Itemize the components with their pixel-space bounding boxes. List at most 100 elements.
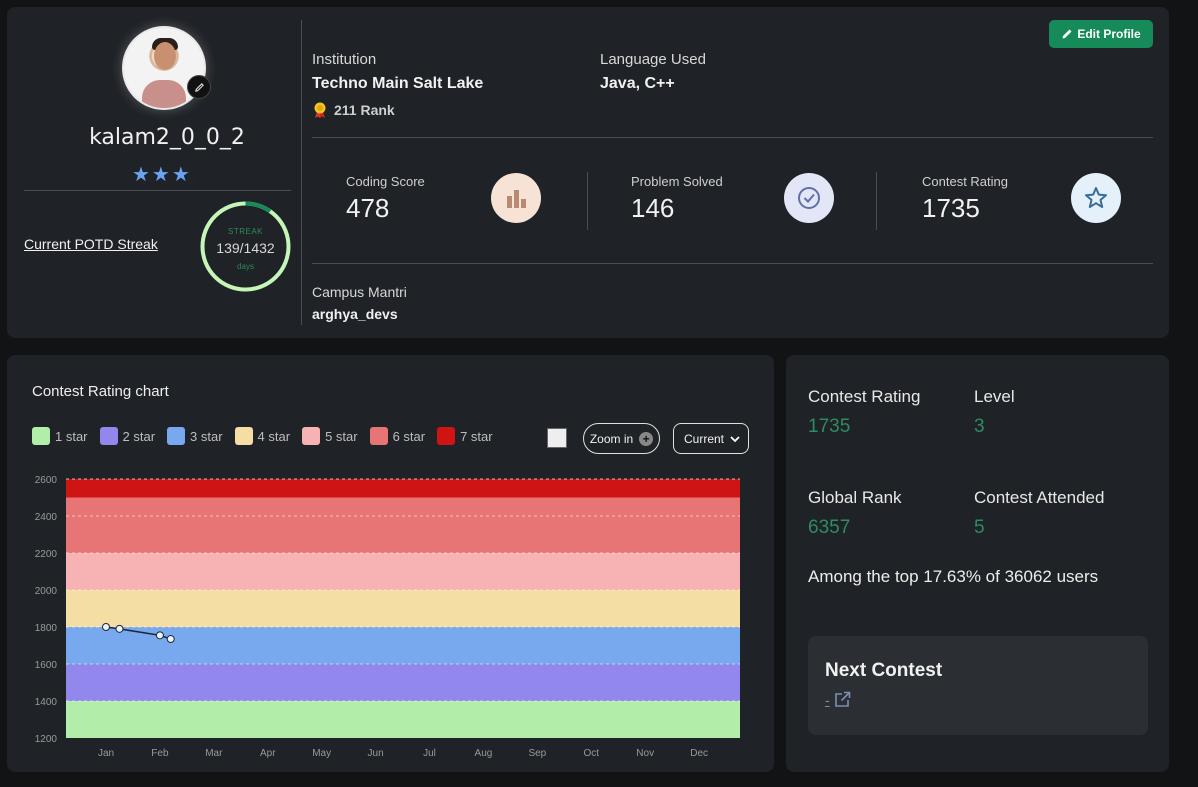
- rating-band: [66, 664, 740, 701]
- potd-streak-link[interactable]: Current POTD Streak: [24, 236, 158, 252]
- legend-swatch: [234, 427, 253, 445]
- pencil-icon: [1062, 29, 1072, 39]
- edit-avatar-button[interactable]: [187, 75, 211, 99]
- level-value: 3: [974, 416, 985, 437]
- contest-attended-value: 5: [974, 517, 985, 538]
- profile-card: kalam2_0_0_2 ★★★ Current POTD Streak STR…: [7, 7, 1169, 338]
- legend-label: 1 star: [55, 428, 88, 444]
- check-circle-icon: [784, 173, 834, 223]
- legend-item[interactable]: 3 star: [167, 427, 223, 445]
- legend-label: 4 star: [257, 428, 291, 444]
- rating-band: [66, 497, 740, 553]
- legend-label: 6 star: [392, 428, 426, 444]
- legend-item[interactable]: 4 star: [234, 427, 291, 445]
- y-tick-label: 1200: [35, 734, 58, 745]
- percentile-text: Among the top 17.63% of 36062 users: [808, 567, 1099, 586]
- x-tick-label: Jan: [98, 748, 114, 759]
- zoom-in-button[interactable]: Zoom in +: [583, 423, 660, 454]
- x-tick-label: Jun: [368, 748, 384, 759]
- global-rank-value: 6357: [808, 517, 851, 538]
- x-tick-label: Feb: [151, 748, 169, 759]
- x-tick-label: Jul: [423, 748, 436, 759]
- stat-separator: [587, 172, 588, 230]
- rating-chart[interactable]: 1200 1400 1600 1800 2000 2200 2400 2600 Jan Feb Ma…: [7, 465, 774, 765]
- x-tick-label: Apr: [260, 748, 276, 759]
- y-tick-label: 1600: [35, 660, 58, 671]
- legend-swatch: [437, 427, 456, 445]
- divider: [24, 190, 291, 191]
- streak-text: STREAK 139/1432 days: [199, 200, 292, 293]
- language-label: Language Used: [600, 51, 706, 68]
- legend-item[interactable]: 6 star: [369, 427, 426, 445]
- chevron-down-icon: [730, 435, 740, 442]
- rank-text: 211 Rank: [334, 102, 395, 118]
- external-link-icon: [834, 691, 850, 707]
- x-tick-label: Nov: [636, 748, 654, 759]
- campus-mantri-value: arghya_devs: [312, 306, 398, 322]
- problems-solved-label: Problem Solved: [631, 174, 723, 189]
- rating-band: [66, 553, 740, 590]
- rating-band: [66, 701, 740, 738]
- divider: [312, 263, 1153, 264]
- star-icon: [1071, 173, 1121, 223]
- legend-swatch: [302, 427, 321, 445]
- x-tick-label: Sep: [528, 748, 546, 759]
- global-rank-label: Global Rank: [808, 488, 902, 507]
- edit-profile-label: Edit Profile: [1077, 27, 1141, 41]
- period-select-value: Current: [684, 431, 725, 446]
- edit-profile-button[interactable]: Edit Profile: [1049, 20, 1153, 48]
- rating-point: [115, 624, 124, 633]
- rating-band: [66, 479, 740, 498]
- legend-item[interactable]: 1 star: [32, 427, 88, 445]
- avatar-head: [154, 42, 176, 70]
- pencil-icon: [194, 82, 204, 92]
- next-contest-link[interactable]: -: [825, 690, 852, 710]
- legend-item[interactable]: 5 star: [302, 427, 358, 445]
- avatar-shirt: [142, 80, 186, 108]
- y-tick-label: 2200: [35, 549, 58, 560]
- streak-unit: days: [237, 262, 254, 271]
- rating-point: [102, 623, 110, 631]
- legend-item[interactable]: 2 star: [99, 427, 156, 445]
- broken-image-icon: [547, 428, 567, 448]
- institution-rank: 211 Rank: [312, 101, 395, 119]
- next-contest-link-text: -: [825, 692, 830, 708]
- legend-swatch: [99, 427, 118, 445]
- legend-swatch: [369, 427, 388, 445]
- y-tick-label: 1400: [35, 697, 58, 708]
- legend-label: 2 star: [122, 428, 156, 444]
- period-select[interactable]: Current: [673, 423, 749, 454]
- next-contest-box: Next Contest -: [808, 636, 1148, 735]
- y-tick-label: 2400: [35, 512, 58, 523]
- legend-item[interactable]: 7 star: [437, 427, 493, 445]
- x-tick-label: Aug: [475, 748, 493, 759]
- contest-attended-label: Contest Attended: [974, 488, 1105, 507]
- level-label: Level: [974, 387, 1015, 406]
- side-rating-value: 1735: [808, 416, 851, 437]
- legend-label: 5 star: [325, 428, 358, 444]
- legend-label: 7 star: [460, 428, 493, 444]
- institution-label: Institution: [312, 51, 377, 68]
- legend-swatch: [167, 427, 186, 445]
- streak-value: 139/1432: [216, 240, 275, 256]
- divider: [312, 137, 1153, 138]
- y-tick-label: 2600: [35, 475, 58, 486]
- rating-point: [155, 631, 164, 640]
- campus-mantri-label: Campus Mantri: [312, 284, 407, 300]
- chart-title: Contest Rating chart: [32, 383, 169, 400]
- streak-label: STREAK: [227, 227, 263, 236]
- zoom-in-label: Zoom in: [589, 431, 634, 446]
- side-rating-label: Contest Rating: [808, 387, 921, 406]
- plus-icon: +: [639, 431, 654, 446]
- legend-label: 3 star: [190, 428, 223, 444]
- rating-band: [66, 627, 740, 664]
- medal-icon: [314, 102, 326, 118]
- chart-legend: 1 star 2 star 3 star 4 star 5 star 6 star 7 st…: [32, 427, 493, 445]
- bar-chart-icon: [491, 173, 541, 223]
- x-tick-label: Oct: [583, 748, 599, 759]
- coding-score-value: 478: [346, 193, 390, 223]
- institution-value: Techno Main Salt Lake: [312, 75, 484, 92]
- next-contest-title: Next Contest: [825, 660, 943, 681]
- rating-band: [66, 590, 740, 627]
- contest-rating-value: 1735: [922, 193, 980, 223]
